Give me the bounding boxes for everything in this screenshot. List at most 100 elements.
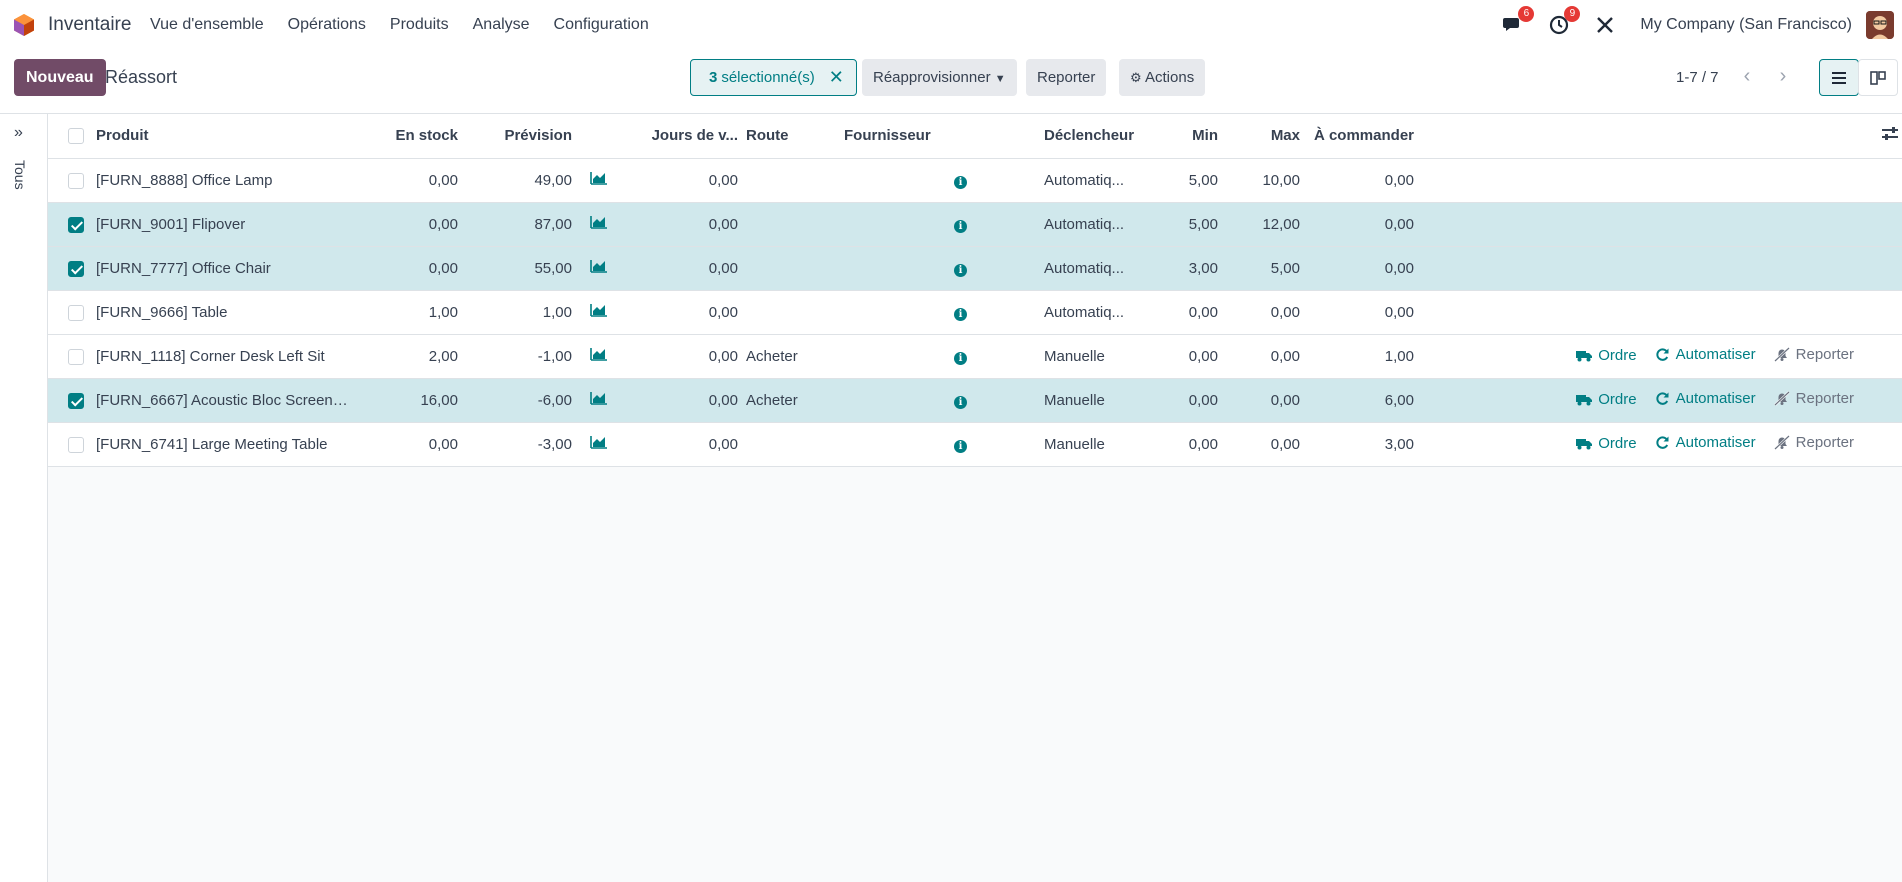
max-cell[interactable]: 12,00 [1222,202,1304,246]
vendor-cell[interactable] [840,290,950,334]
menu-analysis[interactable]: Analyse [473,16,530,34]
min-cell[interactable]: 3,00 [1160,246,1222,290]
order-button[interactable]: Ordre [1576,391,1637,408]
route-cell[interactable] [742,290,840,334]
new-button[interactable]: Nouveau [14,59,106,96]
forecast-graph-icon[interactable] [590,259,608,273]
search-panel-all[interactable]: Tous [12,160,28,190]
vendor-info-cell[interactable]: i [950,202,1040,246]
row-checkbox[interactable] [68,436,84,453]
product-cell[interactable]: [FURN_8888] Office Lamp [92,158,352,202]
order-button[interactable]: Ordre [1576,347,1637,364]
trigger-cell[interactable]: Manuelle [1040,422,1160,466]
vendor-info-cell[interactable]: i [950,378,1040,422]
graph-cell[interactable] [576,378,616,422]
row-select-cell[interactable] [48,290,92,334]
to-order-cell[interactable]: 3,00 [1304,422,1418,466]
max-cell[interactable]: 10,00 [1222,158,1304,202]
info-icon[interactable]: i [954,219,967,233]
vendor-info-cell[interactable]: i [950,334,1040,378]
route-cell[interactable] [742,202,840,246]
order-button[interactable]: Ordre [1576,435,1637,452]
menu-operations[interactable]: Opérations [288,16,366,34]
row-select-cell[interactable] [48,334,92,378]
app-name[interactable]: Inventaire [48,14,131,36]
company-switcher[interactable]: My Company (San Francisco) [1640,16,1852,34]
col-optional-toggle[interactable] [1418,114,1902,158]
snooze-row-button[interactable]: Reporter [1773,390,1854,407]
list-view-button[interactable] [1819,59,1859,96]
to-order-cell[interactable]: 0,00 [1304,202,1418,246]
col-product[interactable]: Produit [92,114,352,158]
select-all-cell[interactable] [48,114,92,158]
trigger-cell[interactable]: Manuelle [1040,334,1160,378]
min-cell[interactable]: 0,00 [1160,378,1222,422]
pager-next-icon[interactable]: › [1768,62,1798,92]
table-row[interactable]: [FURN_1118] Corner Desk Left Sit 2,00 -1,0… [48,334,1902,378]
col-max[interactable]: Max [1222,114,1304,158]
info-icon[interactable]: i [954,307,967,321]
route-cell[interactable] [742,158,840,202]
table-row[interactable]: [FURN_7777] Office Chair 0,00 55,00 0,00 i Au… [48,246,1902,290]
info-icon[interactable]: i [954,439,967,453]
vendor-info-cell[interactable]: i [950,422,1040,466]
graph-cell[interactable] [576,422,616,466]
max-cell[interactable]: 0,00 [1222,422,1304,466]
expand-panel-icon[interactable]: » [14,124,23,142]
min-cell[interactable]: 0,00 [1160,334,1222,378]
forecast-graph-icon[interactable] [590,391,608,405]
trigger-cell[interactable]: Automatiq... [1040,290,1160,334]
graph-cell[interactable] [576,158,616,202]
row-select-cell[interactable] [48,246,92,290]
col-to-order[interactable]: À commander [1304,114,1418,158]
graph-cell[interactable] [576,202,616,246]
route-cell[interactable]: Acheter [742,334,840,378]
min-cell[interactable]: 0,00 [1160,290,1222,334]
table-row[interactable]: [FURN_8888] Office Lamp 0,00 49,00 0,00 i Aut… [48,158,1902,202]
trigger-cell[interactable]: Manuelle [1040,378,1160,422]
vendor-cell[interactable] [840,422,950,466]
activities-button[interactable]: 9 [1548,6,1581,36]
graph-cell[interactable] [576,334,616,378]
vendor-cell[interactable] [840,202,950,246]
menu-products[interactable]: Produits [390,16,449,34]
route-cell[interactable] [742,422,840,466]
kanban-view-button[interactable] [1858,59,1898,96]
product-cell[interactable]: [FURN_9666] Table [92,290,352,334]
row-checkbox[interactable] [68,392,84,409]
forecast-graph-icon[interactable] [590,171,608,185]
messages-button[interactable]: 6 [1502,6,1535,36]
col-min[interactable]: Min [1160,114,1222,158]
col-days[interactable]: Jours de v... [616,114,742,158]
app-logo-icon[interactable] [12,13,36,37]
forecast-graph-icon[interactable] [590,303,608,317]
to-order-cell[interactable]: 6,00 [1304,378,1418,422]
min-cell[interactable]: 5,00 [1160,158,1222,202]
min-cell[interactable]: 5,00 [1160,202,1222,246]
row-select-cell[interactable] [48,378,92,422]
info-icon[interactable]: i [954,263,967,277]
debug-tools-button[interactable] [1594,14,1616,36]
col-vendor[interactable]: Fournisseur [840,114,950,158]
user-avatar[interactable] [1866,11,1894,39]
snooze-row-button[interactable]: Reporter [1773,346,1854,363]
info-icon[interactable]: i [954,395,967,409]
to-order-cell[interactable]: 0,00 [1304,246,1418,290]
col-on-hand[interactable]: En stock [352,114,462,158]
route-cell[interactable]: Acheter [742,378,840,422]
route-cell[interactable] [742,246,840,290]
vendor-cell[interactable] [840,246,950,290]
col-forecast[interactable]: Prévision [462,114,576,158]
actions-button[interactable]: ⚙ Actions [1119,59,1206,96]
max-cell[interactable]: 5,00 [1222,246,1304,290]
row-select-cell[interactable] [48,158,92,202]
automate-button[interactable]: Automatiser [1655,390,1756,407]
pager-previous-icon[interactable]: ‹ [1732,62,1762,92]
row-checkbox[interactable] [68,304,84,321]
forecast-graph-icon[interactable] [590,215,608,229]
trigger-cell[interactable]: Automatiq... [1040,246,1160,290]
max-cell[interactable]: 0,00 [1222,378,1304,422]
graph-cell[interactable] [576,246,616,290]
table-row[interactable]: [FURN_6741] Large Meeting Table 0,00 -3,00… [48,422,1902,466]
automate-button[interactable]: Automatiser [1655,434,1756,451]
